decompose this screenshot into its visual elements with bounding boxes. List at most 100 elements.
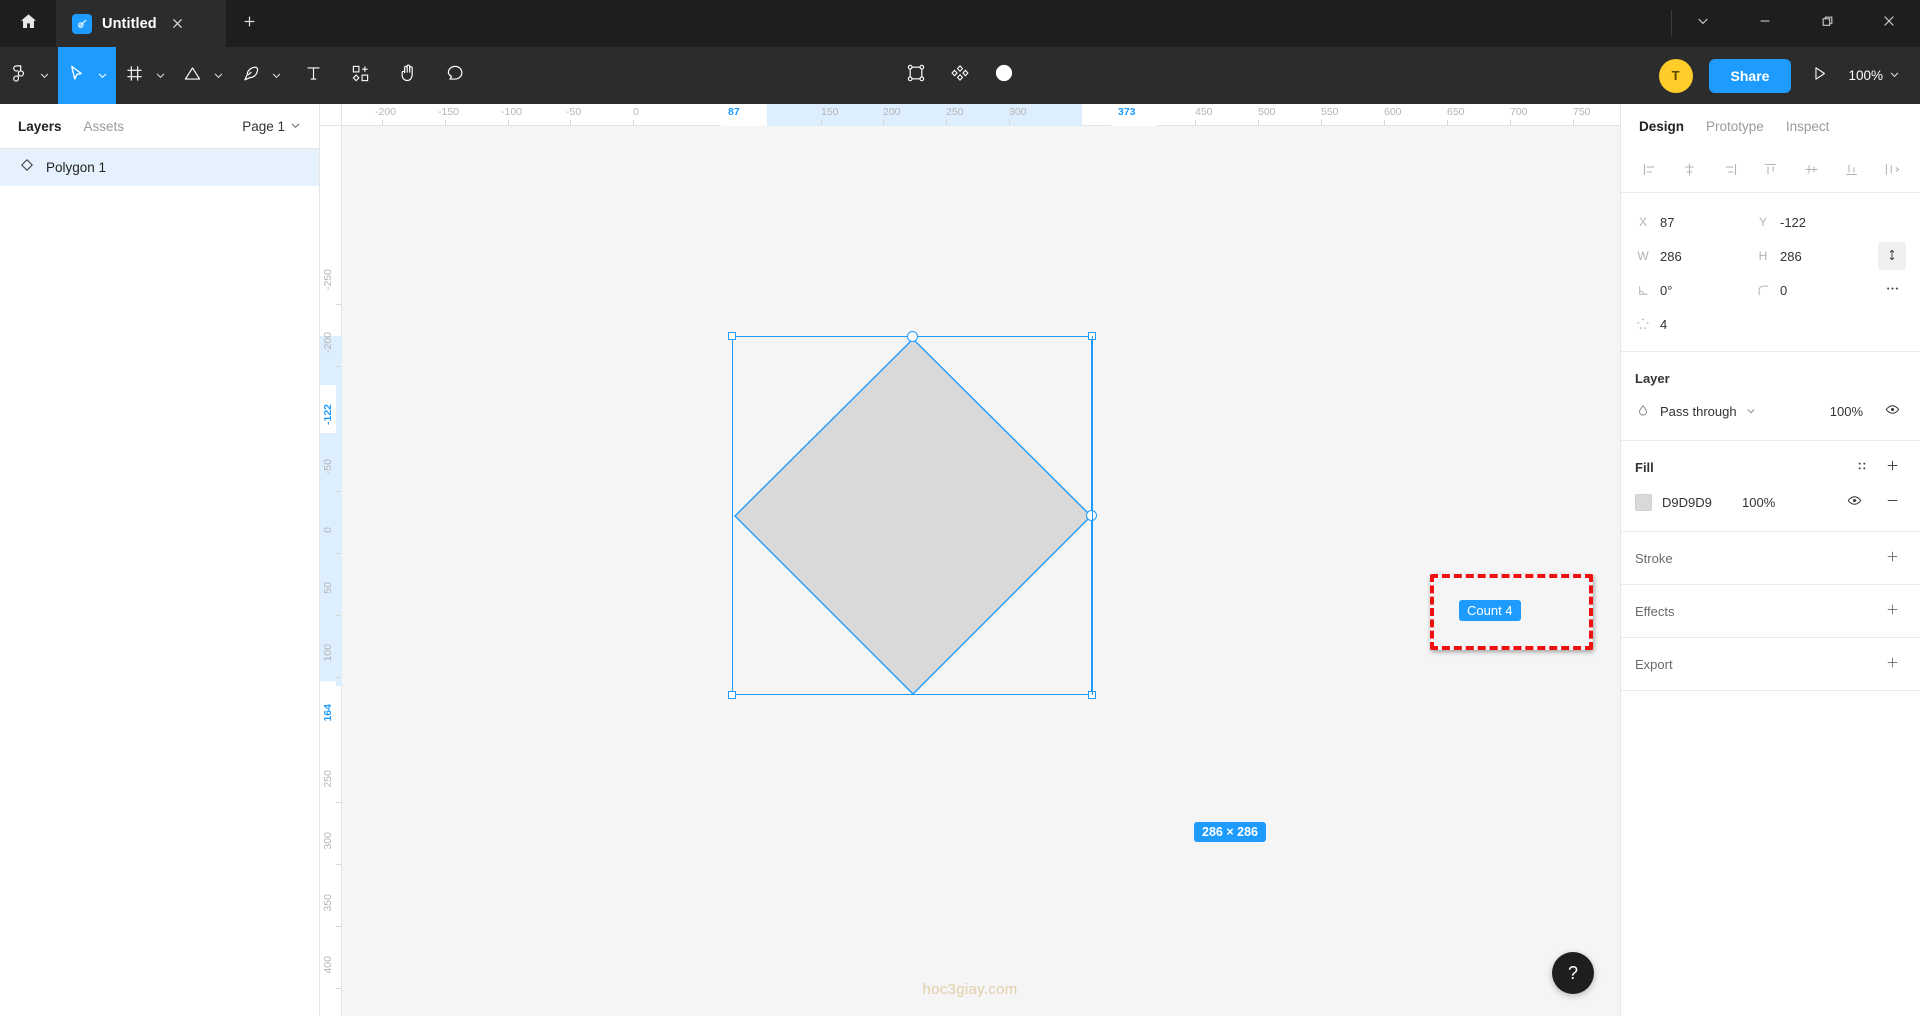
create-component-button[interactable]	[906, 47, 926, 104]
align-vertical-center-button[interactable]	[1797, 157, 1825, 185]
figma-menu-button[interactable]	[0, 47, 37, 104]
new-tab-button[interactable]	[226, 0, 272, 47]
add-fill-button[interactable]	[1878, 453, 1906, 481]
add-effect-button[interactable]	[1878, 597, 1906, 625]
layer-name: Polygon 1	[46, 160, 106, 175]
tab-prototype[interactable]: Prototype	[1706, 119, 1764, 134]
polygon-icon	[20, 158, 34, 177]
rotation-field[interactable]: 0°	[1635, 283, 1755, 298]
page-label: Page 1	[242, 119, 285, 134]
zoom-control[interactable]: 100%	[1848, 68, 1900, 83]
fill-styles-icon	[1855, 459, 1869, 476]
align-right-button[interactable]	[1716, 157, 1744, 185]
ruler-corner	[320, 104, 342, 126]
blend-mode-value[interactable]: Pass through	[1660, 404, 1737, 419]
polygon-shape[interactable]	[733, 337, 1091, 694]
shape-tool-group[interactable]	[174, 47, 232, 104]
position-row: X 87 Y -122	[1635, 205, 1906, 239]
pen-tool-group[interactable]	[232, 47, 290, 104]
blend-mode-row: Pass through 100%	[1635, 395, 1906, 427]
fill-styles-button[interactable]	[1848, 453, 1876, 481]
minimize-button[interactable]	[1734, 0, 1796, 47]
chevron-down-icon[interactable]	[1746, 404, 1756, 419]
fill-section-title: Fill	[1635, 460, 1654, 475]
layer-section-title: Layer	[1635, 371, 1670, 386]
comment-tool-button[interactable]	[432, 47, 479, 104]
layer-opacity-value[interactable]: 100%	[1830, 404, 1863, 419]
frame-tool-caret[interactable]	[153, 47, 174, 104]
width-field[interactable]: W 286	[1635, 249, 1755, 264]
text-tool-button[interactable]	[290, 47, 337, 104]
align-left-button[interactable]	[1635, 157, 1663, 185]
share-button[interactable]: Share	[1709, 59, 1792, 93]
figma-menu-group[interactable]	[0, 47, 58, 104]
move-tool-button[interactable]	[58, 47, 95, 104]
y-field[interactable]: Y -122	[1755, 215, 1875, 230]
fill-opacity-value[interactable]: 100%	[1742, 495, 1800, 510]
frame-tool-icon	[125, 64, 144, 88]
figma-menu-caret[interactable]	[37, 47, 58, 104]
present-button[interactable]	[1807, 61, 1832, 91]
pen-tool-button[interactable]	[232, 47, 269, 104]
resize-handle-bottom-left[interactable]	[728, 691, 736, 699]
left-panel: Layers Assets Page 1 Polygon 1	[0, 104, 320, 1016]
fill-visibility-button[interactable]	[1840, 488, 1868, 516]
add-stroke-button[interactable]	[1878, 544, 1906, 572]
figma-favicon-icon	[72, 14, 92, 34]
fill-color-swatch[interactable]	[1635, 494, 1652, 511]
height-field[interactable]: H 286	[1755, 249, 1875, 264]
close-icon	[1882, 14, 1896, 33]
plugins-button[interactable]	[950, 47, 970, 104]
horizontal-ruler[interactable]: -250 -200 -150 -100 -50 0 87 150 200 250	[320, 104, 1620, 126]
tab-list-button[interactable]	[1672, 0, 1734, 47]
tab-layers[interactable]: Layers	[18, 119, 62, 134]
align-horizontal-center-button[interactable]	[1676, 157, 1704, 185]
move-tool-group[interactable]	[58, 47, 116, 104]
selection-bounding-box[interactable]	[732, 336, 1092, 695]
move-tool-caret[interactable]	[95, 47, 116, 104]
constrain-proportions-button[interactable]	[1878, 242, 1906, 270]
shape-tool-button[interactable]	[174, 47, 211, 104]
corner-radius-field[interactable]: 0	[1755, 283, 1875, 298]
title-bar: Untitled	[0, 0, 1920, 47]
canvas-area[interactable]: -250 -200 -150 -100 -50 0 87 150 200 250	[320, 104, 1620, 1016]
fill-hex-value[interactable]: D9D9D9	[1662, 495, 1732, 510]
resources-button[interactable]	[337, 47, 384, 104]
remove-fill-button[interactable]	[1878, 488, 1906, 516]
count-tooltip: Count 4	[1459, 600, 1521, 621]
page-selector[interactable]: Page 1	[242, 119, 301, 134]
main-toolbar: T Share 100%	[0, 47, 1920, 104]
help-button[interactable]: ?	[1552, 952, 1594, 994]
tab-inspect[interactable]: Inspect	[1786, 119, 1830, 134]
contrast-button[interactable]	[994, 47, 1014, 104]
align-top-button[interactable]	[1757, 157, 1785, 185]
x-field[interactable]: X 87	[1635, 215, 1755, 230]
close-window-button[interactable]	[1858, 0, 1920, 47]
home-icon	[19, 12, 38, 36]
hand-tool-button[interactable]	[384, 47, 432, 104]
tab-assets[interactable]: Assets	[84, 119, 125, 134]
polygon-count-handle-top[interactable]	[907, 331, 918, 342]
home-button[interactable]	[0, 0, 56, 47]
resize-handle-top-left[interactable]	[728, 332, 736, 340]
shape-tool-caret[interactable]	[211, 47, 232, 104]
tab-close-icon[interactable]	[167, 13, 189, 35]
ruler-v-mark	[336, 304, 341, 305]
frame-tool-button[interactable]	[116, 47, 153, 104]
ruler-v-mark	[336, 864, 341, 865]
align-vertical-center-icon	[1804, 162, 1819, 180]
tab-design[interactable]: Design	[1639, 119, 1684, 134]
frame-tool-group[interactable]	[116, 47, 174, 104]
align-bottom-button[interactable]	[1838, 157, 1866, 185]
browser-tab[interactable]: Untitled	[56, 0, 226, 47]
polygon-count-field[interactable]: 4	[1635, 317, 1755, 332]
pen-tool-caret[interactable]	[269, 47, 290, 104]
layer-item-polygon-1[interactable]: Polygon 1	[0, 149, 319, 186]
vertical-ruler[interactable]: -250 -200 -122 -50 0 50 100 164 250 300 …	[320, 104, 342, 1016]
add-export-button[interactable]	[1878, 650, 1906, 678]
distribute-button[interactable]	[1878, 157, 1906, 185]
layer-visibility-button[interactable]	[1878, 397, 1906, 425]
maximize-button[interactable]	[1796, 0, 1858, 47]
more-options-button[interactable]	[1878, 276, 1906, 304]
avatar[interactable]: T	[1659, 59, 1693, 93]
